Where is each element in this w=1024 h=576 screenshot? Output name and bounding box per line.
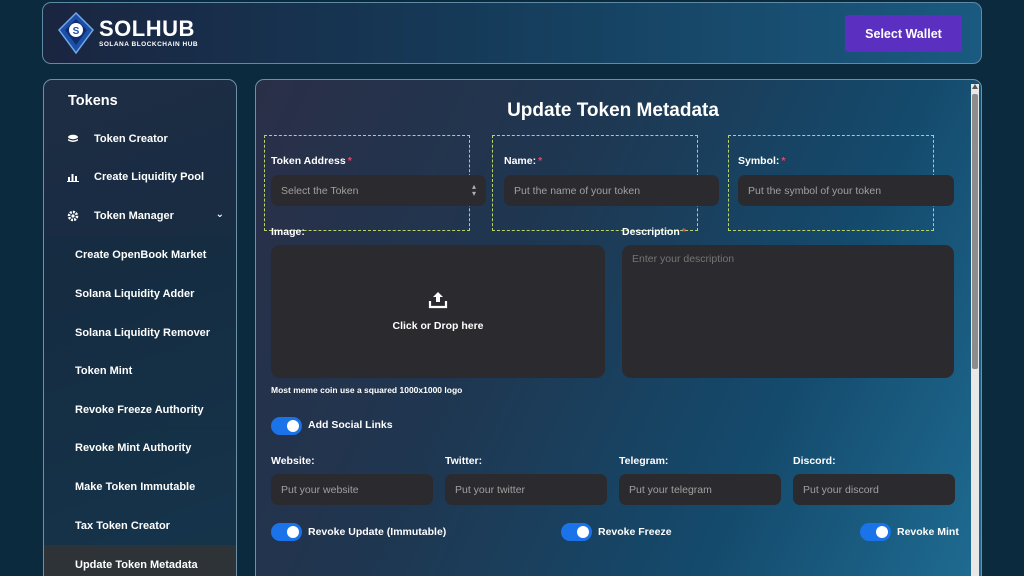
app-header: S SOLHUB SOLANA BLOCKCHAIN HUB Select Wa… [42,2,982,64]
sidebar-item-label: Token Manager [94,210,174,222]
sidebar-item-create-liquidity-pool[interactable]: Create Liquidity Pool [44,158,236,196]
telegram-input[interactable] [619,474,781,505]
logo[interactable]: S SOLHUB SOLANA BLOCKCHAIN HUB [57,11,198,55]
image-label: Image: [271,226,305,238]
add-social-links-toggle[interactable] [271,417,302,435]
svg-text:S: S [73,26,80,37]
sidebar-subitem-token-mint[interactable]: Token Mint [44,351,236,390]
description-textarea[interactable] [622,245,954,378]
twitter-label: Twitter: [445,455,483,467]
coins-icon [67,133,79,145]
telegram-label: Telegram: [619,455,669,467]
token-address-select[interactable]: Select the Token ▴ ▾ [271,175,486,206]
scrollbar-thumb[interactable] [972,94,978,369]
page-title: Update Token Metadata [507,100,719,121]
bar-chart-icon [67,171,79,183]
token-address-label: Token Address * [271,155,352,167]
sidebar-subitem-create-openbook-market[interactable]: Create OpenBook Market [44,235,236,274]
discord-label: Discord: [793,455,836,467]
toggle-knob [876,526,888,538]
revoke-freeze-label: Revoke Freeze [598,526,672,538]
toggle-knob [287,526,299,538]
toggle-knob [287,420,299,432]
image-dropzone[interactable]: Click or Drop here [271,245,605,378]
sidebar-item-label: Token Creator [94,133,168,145]
solhub-logo-icon: S [57,11,95,55]
select-wallet-button[interactable]: Select Wallet [845,15,962,52]
dropzone-text: Click or Drop here [392,320,484,332]
gear-icon [67,210,79,222]
revoke-update-toggle[interactable] [271,523,302,541]
sidebar-subitem-solana-liquidity-adder[interactable]: Solana Liquidity Adder [44,274,236,313]
revoke-mint-toggle[interactable] [860,523,891,541]
scroll-up-icon[interactable] [972,84,978,89]
sidebar-subitem-revoke-freeze-authority[interactable]: Revoke Freeze Authority [44,390,236,429]
symbol-label: Symbol: * [738,155,786,167]
sidebar-subitem-update-token-metadata[interactable]: Update Token Metadata [44,545,236,576]
website-input[interactable] [271,474,433,505]
sidebar-item-token-creator[interactable]: Token Creator [44,120,236,158]
discord-input[interactable] [793,474,955,505]
sidebar-subitem-revoke-mint-authority[interactable]: Revoke Mint Authority [44,428,236,467]
name-label: Name: * [504,155,543,167]
description-label: Description * [622,226,686,238]
main-panel: Update Token Metadata Token Address * Sel… [255,79,982,576]
sidebar-subitem-tax-token-creator[interactable]: Tax Token Creator [44,506,236,545]
image-hint: Most meme coin use a squared 1000x1000 l… [271,385,463,395]
symbol-input[interactable] [738,175,954,206]
add-social-links-label: Add Social Links [308,419,393,431]
sidebar-subitem-solana-liquidity-remover[interactable]: Solana Liquidity Remover [44,313,236,352]
chevron-down-icon: ⌄ [215,209,224,220]
scrollbar[interactable] [971,84,979,576]
sidebar-subitem-make-token-immutable[interactable]: Make Token Immutable [44,467,236,506]
toggle-knob [577,526,589,538]
sidebar-item-label: Create Liquidity Pool [94,171,205,183]
website-label: Website: [271,455,315,467]
sidebar-title: Tokens [68,93,118,109]
revoke-freeze-toggle[interactable] [561,523,592,541]
name-input[interactable] [504,175,719,206]
brand-subtitle: SOLANA BLOCKCHAIN HUB [99,41,199,48]
sidebar: Tokens Token Creator Create Liquidity Po… [43,79,237,576]
revoke-update-label: Revoke Update (Immutable) [308,526,447,538]
select-arrows-icon: ▴ ▾ [471,182,476,198]
twitter-input[interactable] [445,474,607,505]
brand-title: SOLHUB [99,16,195,41]
token-address-value: Select the Token [281,184,359,197]
upload-icon [428,291,448,314]
revoke-mint-label: Revoke Mint [897,526,959,538]
sidebar-item-token-manager[interactable]: Token Manager ⌄ [44,197,236,235]
